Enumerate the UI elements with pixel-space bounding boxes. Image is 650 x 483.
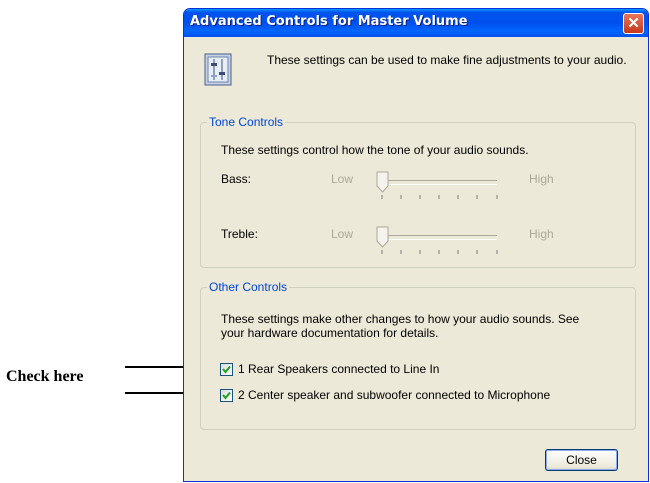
treble-high-label: High <box>529 227 554 241</box>
tone-controls-legend: Tone Controls <box>207 115 286 129</box>
checkmark-icon <box>222 365 231 374</box>
checkbox-label: 1 Rear Speakers connected to Line In <box>238 362 440 376</box>
title-bar[interactable]: Advanced Controls for Master Volume ✕ <box>184 9 648 37</box>
bass-slider-track <box>377 180 497 185</box>
checkbox-label: 2 Center speaker and subwoofer connected… <box>238 388 551 402</box>
treble-low-label: Low <box>331 227 354 241</box>
checkbox-box[interactable] <box>220 363 233 376</box>
bass-slider-ticks <box>381 195 498 199</box>
other-controls-group: Other Controls These settings make other… <box>200 280 636 430</box>
bass-high-label: High <box>529 172 554 186</box>
intro-text: These settings can be used to make fine … <box>267 53 627 67</box>
other-controls-description-line2: your hardware documentation for details. <box>221 326 439 340</box>
bass-label: Bass: <box>221 172 252 186</box>
tone-controls-description: These settings control how the tone of y… <box>221 143 529 157</box>
bass-slider-thumb[interactable] <box>376 171 389 193</box>
bass-low-label: Low <box>331 172 354 186</box>
tone-controls-group: Tone Controls These settings control how… <box>200 115 636 268</box>
checkbox-box[interactable] <box>220 389 233 402</box>
close-button[interactable]: Close <box>545 449 618 471</box>
other-controls-legend: Other Controls <box>207 280 290 294</box>
mixer-icon <box>204 53 232 86</box>
dialog-window: Advanced Controls for Master Volume ✕ Th… <box>183 8 649 482</box>
treble-slider-track <box>377 235 497 240</box>
close-icon[interactable]: ✕ <box>623 13 644 34</box>
window-title: Advanced Controls for Master Volume <box>190 14 468 29</box>
treble-label: Treble: <box>221 227 258 241</box>
other-controls-description-line1: These settings make other changes to how… <box>221 312 580 326</box>
checkmark-icon <box>222 391 231 400</box>
treble-slider-thumb[interactable] <box>376 226 389 248</box>
dialog-body: These settings can be used to make fine … <box>187 37 645 478</box>
annotation-label: Check here <box>6 368 84 385</box>
treble-slider-ticks <box>381 250 498 254</box>
